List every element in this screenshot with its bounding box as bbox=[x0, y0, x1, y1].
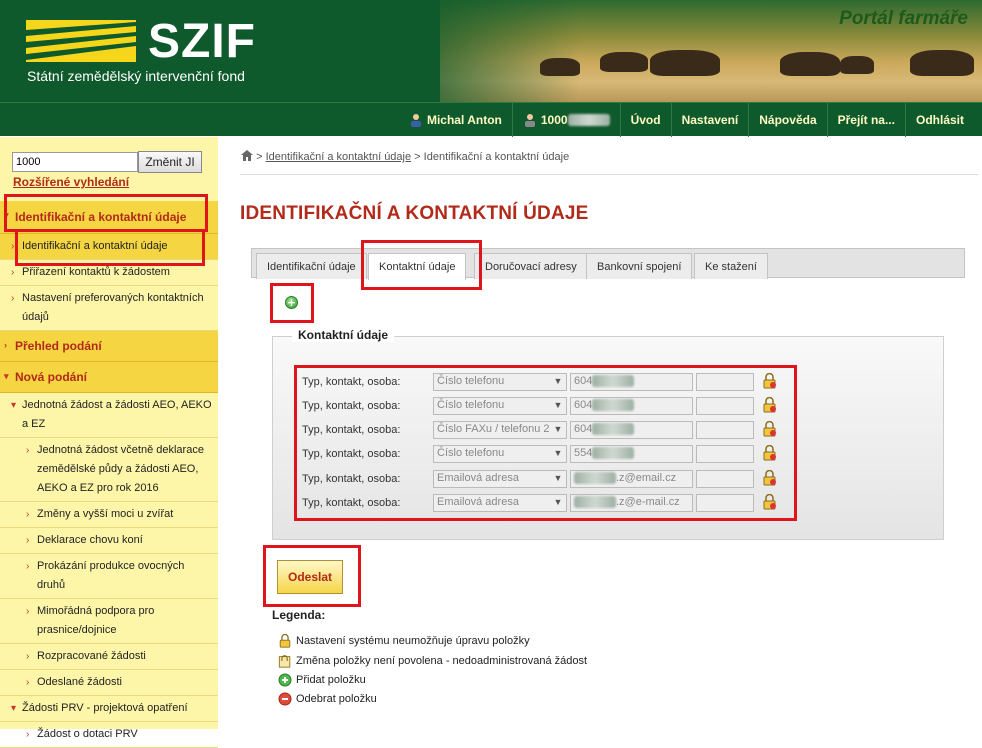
cow-silhouette bbox=[780, 52, 840, 76]
chevron-down-icon: ▾ bbox=[4, 371, 9, 381]
sidebar-item-sent[interactable]: › Odeslané žádosti bbox=[0, 670, 218, 696]
highlight-box bbox=[361, 240, 482, 290]
top-navbar: Michal Anton 1000 Úvod Nastavení Nápověd… bbox=[0, 102, 982, 137]
legend-item: Odebrat položku bbox=[278, 692, 377, 706]
sidebar-item-animal-changes[interactable]: › Změny a vyšší moci u zvířat bbox=[0, 502, 218, 528]
document-lock-icon bbox=[278, 655, 291, 668]
chevron-right-icon: › bbox=[26, 535, 30, 546]
user-name: Michal Anton bbox=[426, 113, 502, 127]
sidebar-item-unified-2016[interactable]: › Jednotná žádost včetně deklarace zeměd… bbox=[0, 438, 218, 502]
tab-delivery-addresses[interactable]: Doručovací adresy bbox=[474, 253, 588, 279]
chevron-right-icon: › bbox=[11, 267, 15, 278]
chevron-right-icon: › bbox=[26, 606, 30, 617]
chevron-right-icon: › bbox=[26, 677, 30, 688]
highlight-box bbox=[15, 232, 205, 266]
highlight-box bbox=[4, 194, 208, 232]
chevron-right-icon: › bbox=[26, 729, 30, 740]
advanced-search-link[interactable]: Rozšířené vyhledání bbox=[13, 175, 129, 189]
cow-silhouette bbox=[650, 50, 720, 76]
szif-logo-icon bbox=[26, 20, 136, 62]
breadcrumb-current: Identifikační a kontaktní údaje bbox=[423, 151, 570, 163]
lock-icon bbox=[279, 634, 291, 648]
legend-item: Změna položky není povolena - nedoadmini… bbox=[278, 654, 587, 668]
nav-prejit-na[interactable]: Přejít na... bbox=[826, 103, 905, 137]
cow-silhouette bbox=[540, 58, 580, 76]
cow-silhouette bbox=[840, 56, 874, 74]
remove-icon bbox=[278, 692, 292, 706]
ji-input[interactable] bbox=[12, 152, 138, 172]
nav-nastaveni[interactable]: Nastavení bbox=[670, 103, 749, 137]
tab-identification[interactable]: Identifikační údaje bbox=[256, 253, 367, 279]
nav-uvod[interactable]: Úvod bbox=[619, 103, 671, 137]
chevron-right-icon: › bbox=[4, 340, 7, 350]
chevron-right-icon: › bbox=[11, 241, 15, 252]
sidebar-item-unified[interactable]: ▾ Jednotná žádost a žádosti AEO, AEKO a … bbox=[0, 393, 218, 438]
logo-text: SZIF bbox=[148, 15, 256, 68]
chevron-right-icon: › bbox=[26, 445, 30, 456]
redacted-value bbox=[567, 114, 610, 126]
sidebar-item-extra-support[interactable]: › Mimořádná podpora pro prasnice/dojnice bbox=[0, 599, 218, 644]
sidebar-item-prv-grant[interactable]: › Žádost o dotaci PRV bbox=[0, 722, 218, 748]
contacts-legend: Kontaktní údaje bbox=[292, 328, 395, 342]
legend-title: Legenda: bbox=[272, 608, 326, 622]
cow-silhouette bbox=[910, 50, 974, 76]
tab-bar: Identifikační údaje Kontaktní údaje Doru… bbox=[251, 248, 965, 280]
account-number: 1000 bbox=[540, 113, 568, 127]
page-title: IDENTIFIKAČNÍ A KONTAKTNÍ ÚDAJE bbox=[240, 203, 589, 224]
logo-subtitle: Státní zemědělský intervenční fond bbox=[27, 68, 245, 84]
chevron-down-icon: ▾ bbox=[11, 400, 17, 411]
sidebar-section-overview[interactable]: › Přehled podání bbox=[0, 331, 218, 362]
nav-napoveda[interactable]: Nápověda bbox=[748, 103, 826, 137]
legend-item: Přidat položku bbox=[278, 673, 366, 687]
sidebar-item-drafts[interactable]: › Rozpracované žádosti bbox=[0, 644, 218, 670]
sidebar-item-fruit[interactable]: › Prokázání produkce ovocných druhů bbox=[0, 554, 218, 599]
portal-title: Portál farmáře bbox=[839, 8, 968, 29]
highlight-box bbox=[294, 365, 797, 521]
nav-account[interactable]: 1000 bbox=[511, 103, 620, 137]
sidebar-item-preferred-contacts[interactable]: › Nastavení preferovaných kontaktních úd… bbox=[0, 286, 218, 331]
chevron-right-icon: › bbox=[26, 561, 30, 572]
sidebar-section-new[interactable]: ▾ Nová podání bbox=[0, 362, 218, 393]
chevron-right-icon: › bbox=[26, 509, 30, 520]
breadcrumb-link[interactable]: Identifikační a kontaktní údaje bbox=[266, 151, 412, 163]
nav-user[interactable]: Michal Anton bbox=[399, 103, 512, 137]
breadcrumb: > Identifikační a kontaktní údaje > Iden… bbox=[241, 150, 569, 163]
chevron-right-icon: › bbox=[26, 651, 30, 662]
highlight-box bbox=[263, 545, 361, 607]
user-icon bbox=[410, 114, 421, 127]
chevron-right-icon: › bbox=[11, 293, 15, 304]
chevron-down-icon: ▾ bbox=[11, 703, 17, 714]
home-icon[interactable] bbox=[241, 150, 253, 161]
highlight-box bbox=[270, 283, 314, 323]
cow-silhouette bbox=[600, 52, 648, 72]
sidebar-item-prv[interactable]: ▾ Žádosti PRV - projektová opatření bbox=[0, 696, 218, 722]
tab-downloads[interactable]: Ke stažení bbox=[694, 253, 768, 279]
change-ji-button[interactable]: Změnit JI bbox=[138, 151, 202, 173]
add-icon bbox=[278, 673, 292, 687]
sidebar-item-horses[interactable]: › Deklarace chovu koní bbox=[0, 528, 218, 554]
legend-item: Nastavení systému neumožňuje úpravu polo… bbox=[278, 634, 530, 648]
account-icon bbox=[524, 114, 535, 127]
header: SZIF Státní zemědělský intervenční fond … bbox=[0, 0, 982, 102]
tab-bank-accounts[interactable]: Bankovní spojení bbox=[586, 253, 693, 279]
nav-odhlasit[interactable]: Odhlásit bbox=[904, 103, 974, 137]
